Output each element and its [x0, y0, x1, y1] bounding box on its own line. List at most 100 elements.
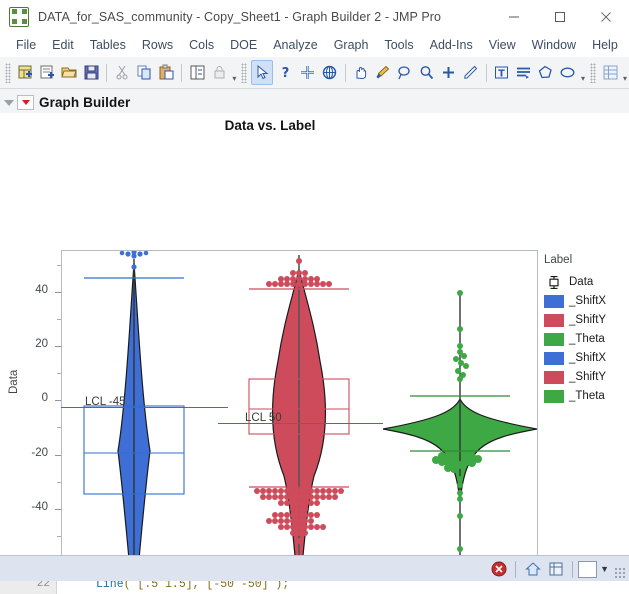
toolbar-separator — [344, 63, 346, 82]
box-plot-shifty[interactable] — [248, 255, 350, 555]
datatable-icon[interactable] — [545, 559, 566, 580]
menu-bar: File Edit Tables Rows Cols DOE Analyze G… — [0, 34, 629, 57]
legend-swatch-shifty — [544, 313, 564, 327]
close-button[interactable] — [583, 0, 629, 33]
menu-help[interactable]: Help — [584, 36, 626, 54]
datatable-grid-icon[interactable] — [600, 61, 620, 84]
legend-item-theta-2[interactable]: _Theta — [544, 387, 628, 405]
window-controls — [491, 0, 629, 33]
window-title: DATA_for_SAS_community - Copy_Sheet1 - G… — [38, 9, 442, 24]
plot-frame[interactable] — [61, 249, 538, 555]
menu-addins[interactable]: Add-Ins — [422, 36, 481, 54]
menu-edit[interactable]: Edit — [44, 36, 82, 54]
legend-label-shiftx-2: _ShiftX — [569, 352, 607, 364]
jmp-app-icon — [9, 6, 29, 27]
plus-icon[interactable] — [439, 61, 459, 84]
toolbar-overflow-chevron[interactable]: ▾ — [621, 60, 629, 85]
open-file-icon[interactable] — [59, 61, 79, 84]
window-titlebar: DATA_for_SAS_community - Copy_Sheet1 - G… — [0, 0, 629, 34]
toolbar-grip[interactable] — [241, 62, 248, 83]
legend-swatch-shiftx — [544, 351, 564, 365]
plot-canvas[interactable] — [62, 249, 538, 555]
status-separator — [515, 560, 517, 578]
legend-item-theta-1[interactable]: _Theta — [544, 330, 628, 348]
box-plot-theta[interactable] — [382, 290, 538, 555]
disclosure-triangle-icon[interactable] — [4, 100, 14, 106]
maximize-button[interactable] — [537, 0, 583, 33]
legend-title: Label — [544, 254, 573, 266]
script-line-text[interactable]: Line( [.5 1.5], [-50 -50] ); — [96, 581, 289, 591]
toolbar-grip[interactable] — [5, 62, 12, 83]
legend-label-theta-1: _Theta — [569, 333, 605, 345]
home-window-icon[interactable] — [522, 559, 543, 580]
menu-window[interactable]: Window — [524, 36, 584, 54]
status-bar: ▼ — [0, 555, 629, 582]
script-line-number: 22 — [36, 581, 50, 590]
reference-label-lcl-50: LCL 50 — [245, 412, 282, 424]
svg-text:?: ? — [282, 66, 290, 80]
legend-item-shiftx-2[interactable]: _ShiftX — [544, 349, 628, 367]
y-axis-label: Data — [8, 369, 20, 394]
question-help-icon[interactable]: ? — [275, 61, 295, 84]
legend-swatch-theta — [544, 389, 564, 403]
y-tick-label: 20 — [35, 338, 48, 350]
toolbar-separator — [106, 63, 108, 82]
menu-cols[interactable]: Cols — [181, 36, 222, 54]
ellipse-tool-icon[interactable] — [558, 61, 578, 84]
color-dropdown-caret-icon[interactable]: ▼ — [600, 564, 609, 574]
status-separator — [572, 560, 574, 578]
window-resize-grip[interactable] — [614, 567, 626, 579]
menu-graph[interactable]: Graph — [326, 36, 377, 54]
legend-swatch-shiftx — [544, 294, 564, 308]
paintbrush-icon[interactable] — [373, 61, 393, 84]
copy-icon[interactable] — [134, 61, 154, 84]
toolbar-separator — [181, 63, 183, 82]
toolbar-grip[interactable] — [589, 62, 596, 83]
report-title: Graph Builder — [39, 94, 131, 110]
chart-title: Data vs. Label — [224, 118, 316, 133]
color-swatch-button[interactable] — [578, 560, 598, 578]
toolbar-separator — [485, 63, 487, 82]
legend-label-data: Data — [569, 276, 594, 288]
paste-icon[interactable] — [156, 61, 176, 84]
red-triangle-menu-button[interactable] — [17, 94, 34, 110]
menu-view[interactable]: View — [481, 36, 524, 54]
brush-circle-icon[interactable] — [320, 61, 340, 84]
legend-item-shifty-2[interactable]: _ShiftY — [544, 368, 628, 386]
cut-icon[interactable] — [112, 61, 132, 84]
polygon-tool-icon[interactable] — [536, 61, 556, 84]
menu-tools[interactable]: Tools — [376, 36, 421, 54]
graph-builder-report: Data vs. Label Data Label -80-60-40-2002… — [0, 113, 629, 555]
minimize-button[interactable] — [491, 0, 537, 33]
save-icon[interactable] — [81, 61, 101, 84]
hand-pan-icon[interactable] — [351, 61, 371, 84]
y-tick-label: 40 — [35, 283, 48, 296]
text-tool-icon[interactable]: T — [492, 61, 512, 84]
legend-item-shifty-1[interactable]: _ShiftY — [544, 311, 628, 329]
arrow-select-icon[interactable] — [251, 60, 274, 85]
stop-script-icon[interactable] — [488, 559, 509, 580]
legend: Label Data _ShiftX _ShiftY _Theta _Shift… — [544, 254, 628, 406]
script-fn-name: Line — [96, 581, 124, 591]
new-script-icon[interactable] — [37, 61, 57, 84]
pencil-annotate-icon[interactable] — [461, 61, 481, 84]
lock-icon[interactable] — [209, 61, 229, 84]
legend-label-shiftx-1: _ShiftX — [569, 295, 607, 307]
legend-item-shiftx-1[interactable]: _ShiftX — [544, 292, 628, 310]
y-tick-label: 0 — [41, 392, 48, 405]
menu-tables[interactable]: Tables — [82, 36, 134, 54]
toolbar-overflow-chevron[interactable]: ▾ — [579, 60, 587, 85]
menu-analyze[interactable]: Analyze — [265, 36, 325, 54]
new-data-table-icon[interactable] — [15, 61, 35, 84]
menu-file[interactable]: File — [8, 36, 44, 54]
menu-rows[interactable]: Rows — [134, 36, 181, 54]
toolbar-overflow-chevron[interactable]: ▾ — [230, 60, 238, 85]
crosshair-icon[interactable] — [298, 61, 318, 84]
legend-item-data[interactable]: Data — [544, 273, 628, 291]
table-properties-icon[interactable] — [187, 61, 207, 84]
reference-line-lcl-50[interactable] — [218, 423, 383, 424]
lasso-icon[interactable] — [395, 61, 415, 84]
magnifier-zoom-icon[interactable] — [417, 61, 437, 84]
lines-tool-icon[interactable] — [514, 61, 534, 84]
menu-doe[interactable]: DOE — [222, 36, 265, 54]
